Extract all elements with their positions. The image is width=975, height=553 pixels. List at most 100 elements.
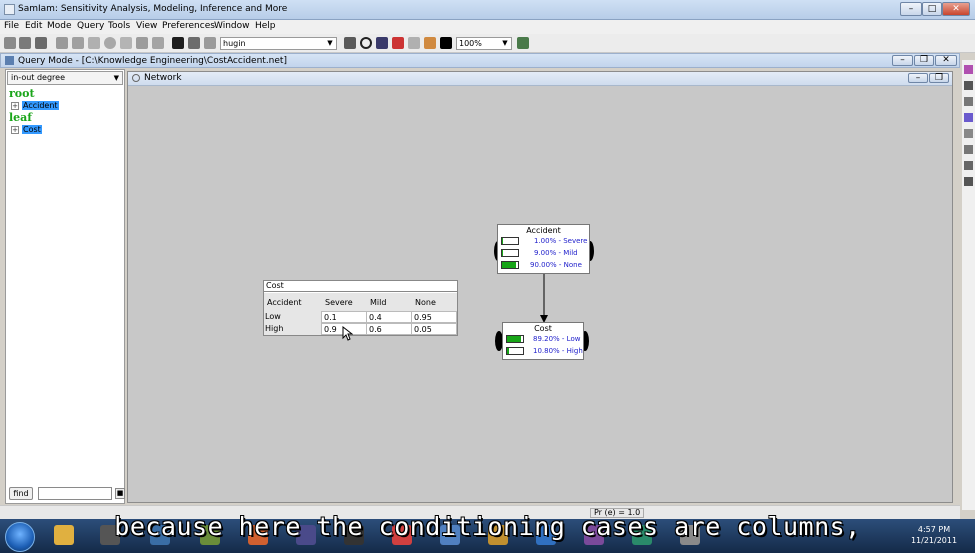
expand-icon[interactable]: + xyxy=(11,126,19,134)
open-icon[interactable] xyxy=(19,37,31,49)
cpt-column-header: Mild xyxy=(367,293,412,313)
dock-icon-7[interactable] xyxy=(964,161,973,170)
chevron-down-icon: ▼ xyxy=(113,74,119,82)
node-cost[interactable]: Cost 89.20% - Low 10.80% - High xyxy=(502,322,584,360)
find-input[interactable] xyxy=(38,487,112,500)
zoom-select[interactable]: 100% ▼ xyxy=(456,37,512,50)
degree-select-value: in-out degree xyxy=(11,73,66,82)
state-bar xyxy=(506,347,524,355)
tree-item-cost[interactable]: + Cost xyxy=(11,125,42,134)
state-bar xyxy=(506,335,524,343)
dock-icon-1[interactable] xyxy=(964,65,973,74)
node-accident[interactable]: Accident 1.00% - Severe 9.00% - Mild 90.… xyxy=(497,224,590,274)
node-tree-panel: in-out degree ▼ root + Accident leaf + Cos… xyxy=(5,69,125,504)
cpt-cell[interactable]: 0.4 xyxy=(366,311,412,323)
sensitivity-icon[interactable] xyxy=(424,37,436,49)
menu-bar: File Edit Mode Query Tools View Preferen… xyxy=(0,20,975,34)
evidence-icon[interactable] xyxy=(344,37,356,49)
cpt-table: Cost Accident Severe Mild None Low 0.1 0… xyxy=(263,280,458,336)
state-label: 10.80% - High xyxy=(533,347,583,355)
paste-icon[interactable] xyxy=(88,37,100,49)
mpe-icon[interactable] xyxy=(360,37,372,49)
algorithm-select[interactable]: hugin ▼ xyxy=(220,37,337,50)
copy-icon[interactable] xyxy=(56,37,68,49)
frame-minimize-button[interactable]: – xyxy=(892,55,913,66)
menu-query[interactable]: Query xyxy=(77,21,104,31)
menu-tools[interactable]: Tools xyxy=(108,21,130,31)
cpt-corner-header: Accident xyxy=(264,293,321,313)
frame-icon xyxy=(5,56,14,65)
clear-icon[interactable]: ■ xyxy=(115,488,125,499)
minimize-button[interactable]: – xyxy=(900,2,922,16)
network-restore-button[interactable]: ❐ xyxy=(929,73,949,83)
zoom-value: 100% xyxy=(459,39,482,48)
map-icon[interactable] xyxy=(408,37,420,49)
dock-icon-3[interactable] xyxy=(964,97,973,106)
degree-select[interactable]: in-out degree ▼ xyxy=(7,71,123,85)
menu-view[interactable]: View xyxy=(136,21,157,31)
cpt-title: Cost xyxy=(264,281,457,292)
network-minimize-button[interactable]: – xyxy=(908,73,928,83)
table-icon[interactable] xyxy=(376,37,388,49)
cpt-cell[interactable]: 0.95 xyxy=(411,311,457,323)
node-icon[interactable] xyxy=(104,37,116,49)
toolbar: hugin ▼ 100% ▼ xyxy=(0,34,975,53)
state-bar-fill xyxy=(507,348,509,354)
console-icon[interactable] xyxy=(440,37,452,49)
root-group-label: root xyxy=(9,87,35,100)
menu-edit[interactable]: Edit xyxy=(25,21,42,31)
menu-mode[interactable]: Mode xyxy=(47,21,72,31)
edge-icon[interactable] xyxy=(136,37,148,49)
app-icon xyxy=(4,4,15,15)
mouse-cursor-icon xyxy=(342,326,353,341)
menu-window[interactable]: Window xyxy=(214,21,250,31)
node-title: Accident xyxy=(526,226,561,235)
cpt-cell[interactable]: 0.05 xyxy=(411,323,457,335)
tree-item-accident[interactable]: + Accident xyxy=(11,101,59,110)
cut-icon[interactable] xyxy=(72,37,84,49)
new-icon[interactable] xyxy=(4,37,16,49)
edit-icon[interactable] xyxy=(188,37,200,49)
close-button[interactable]: ✕ xyxy=(942,2,970,16)
node-title: Cost xyxy=(534,324,552,333)
cpt-row-label: Low xyxy=(264,311,321,323)
edge-arrow xyxy=(540,273,548,323)
dock-close-icon[interactable] xyxy=(964,81,973,90)
reverse-edge-icon[interactable] xyxy=(152,37,164,49)
chevron-down-icon: ▼ xyxy=(327,39,333,47)
cpt-column-header: None xyxy=(412,293,457,313)
expand-icon[interactable]: + xyxy=(11,102,19,110)
state-bar xyxy=(501,237,519,245)
dock-icon-5[interactable] xyxy=(964,129,973,138)
network-frame-titlebar: Network – ❐ xyxy=(128,72,952,86)
cpt-column-header: Severe xyxy=(321,293,367,313)
delete-icon[interactable] xyxy=(120,37,132,49)
grid-icon[interactable] xyxy=(172,37,184,49)
right-dock xyxy=(962,60,975,510)
fit-icon[interactable] xyxy=(517,37,529,49)
find-row: find ■ xyxy=(5,487,125,501)
cpt-cell[interactable]: 0.1 xyxy=(321,311,367,323)
save-icon[interactable] xyxy=(35,37,47,49)
algorithm-value: hugin xyxy=(223,39,246,48)
menu-help[interactable]: Help xyxy=(255,21,276,31)
title-bar: SamIam: Sensitivity Analysis, Modeling, … xyxy=(0,0,975,20)
state-label: 90.00% - None xyxy=(530,261,582,269)
frame-restore-button[interactable]: ❐ xyxy=(914,55,934,66)
print-icon[interactable] xyxy=(204,37,216,49)
maximize-button[interactable]: □ xyxy=(922,2,942,16)
chevron-down-icon: ▼ xyxy=(502,39,508,47)
menu-file[interactable]: File xyxy=(4,21,19,31)
menu-preferences[interactable]: Preferences xyxy=(162,21,215,31)
dock-icon-4[interactable] xyxy=(964,113,973,122)
state-bar xyxy=(501,261,519,269)
cpt-cell[interactable]: 0.6 xyxy=(366,323,412,335)
frame-close-button[interactable]: ✕ xyxy=(935,55,957,66)
state-label: 89.20% - Low xyxy=(533,335,581,343)
dock-icon-6[interactable] xyxy=(964,145,973,154)
state-label: 1.00% - Severe xyxy=(534,237,588,245)
find-button[interactable]: find xyxy=(9,487,33,500)
dock-icon-8[interactable] xyxy=(964,177,973,186)
stop-icon[interactable] xyxy=(392,37,404,49)
state-bar-fill xyxy=(507,336,522,342)
